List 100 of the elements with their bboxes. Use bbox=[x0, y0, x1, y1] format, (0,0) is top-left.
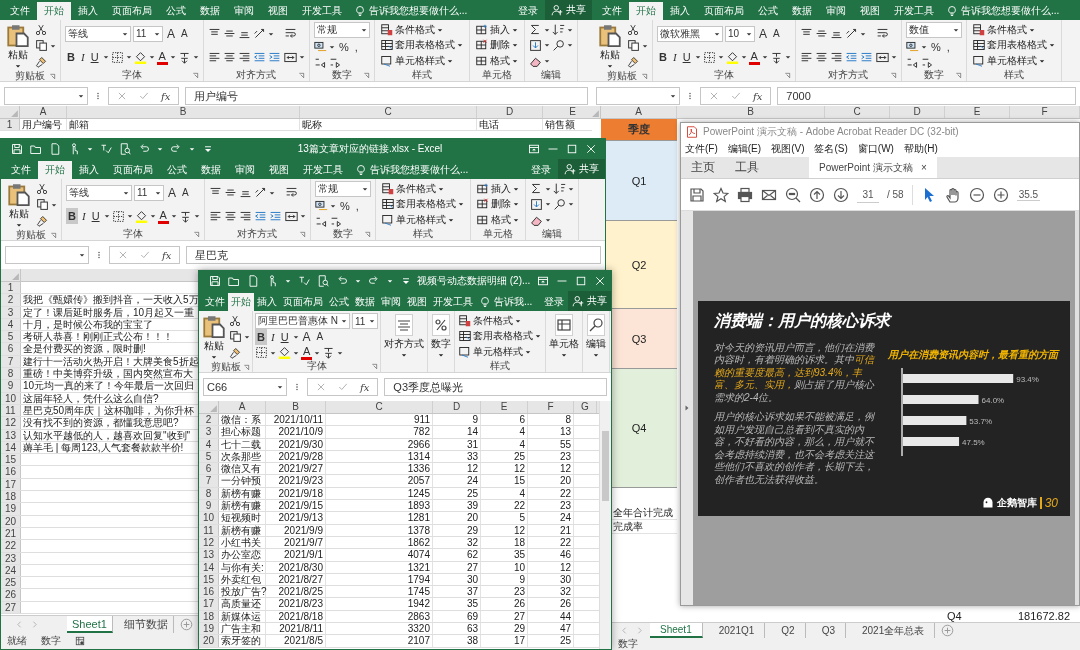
row-number[interactable]: 18 bbox=[1, 491, 21, 503]
column-header[interactable]: B bbox=[266, 401, 326, 413]
menu-item[interactable]: 文件(F) bbox=[685, 142, 718, 156]
ribbon-menu-button[interactable]: 套用表格格式 bbox=[378, 38, 465, 53]
bold-button[interactable]: B bbox=[65, 49, 77, 66]
sign-in-link[interactable]: 登录 bbox=[511, 2, 545, 20]
row-number[interactable]: 4 bbox=[199, 438, 219, 450]
ribbon-tab[interactable]: 文件 bbox=[595, 2, 629, 20]
insert-function-button[interactable]: fx bbox=[753, 90, 763, 102]
column-header[interactable]: C bbox=[825, 106, 890, 118]
row-number[interactable]: 6 bbox=[1, 343, 21, 355]
percent-button[interactable]: % bbox=[928, 39, 943, 55]
ribbon-tab[interactable]: 页面布局 bbox=[106, 161, 160, 179]
italic-button[interactable]: I bbox=[670, 49, 679, 66]
underline-button[interactable]: U bbox=[680, 49, 693, 66]
ribbon-tab[interactable]: 审阅 bbox=[227, 2, 261, 20]
ribbon-tab[interactable]: 数据 bbox=[193, 2, 227, 20]
ribbon-tab[interactable]: 插入 bbox=[72, 161, 106, 179]
row-number[interactable]: 1 bbox=[0, 119, 20, 131]
row-number[interactable]: 3 bbox=[1, 306, 21, 318]
menu-item[interactable]: 签名(S) bbox=[814, 142, 848, 156]
row-number[interactable]: 3 bbox=[199, 426, 219, 438]
grow-font-button[interactable]: A bbox=[300, 329, 313, 345]
grow-font-button[interactable]: A bbox=[166, 184, 178, 201]
ribbon-menu-button[interactable]: 条件格式 bbox=[378, 22, 465, 38]
font-name-field[interactable]: 等线 bbox=[65, 25, 131, 42]
ribbon-tab[interactable]: 开始 bbox=[629, 2, 663, 20]
ribbon-menu-button[interactable]: 套用表格格式 bbox=[970, 38, 1057, 53]
ribbon-menu-button[interactable]: 套用表格格式 bbox=[457, 329, 543, 344]
column-header[interactable]: G bbox=[574, 401, 597, 413]
percent-button[interactable]: % bbox=[336, 39, 351, 55]
ribbon-tab[interactable]: 视图 bbox=[262, 161, 296, 179]
ribbon-tab[interactable]: 开发工具 bbox=[295, 2, 349, 20]
row-number[interactable]: 19 bbox=[1, 503, 21, 515]
italic-button[interactable]: I bbox=[268, 329, 277, 345]
italic-button[interactable]: I bbox=[78, 49, 87, 66]
column-header[interactable]: A bbox=[219, 401, 266, 413]
menu-item[interactable]: 帮助(H) bbox=[903, 142, 938, 156]
column-header[interactable]: A bbox=[601, 106, 677, 118]
ribbon-menu-button[interactable]: 单元格样式 bbox=[378, 53, 465, 69]
number-format-field[interactable]: 数值 bbox=[905, 22, 962, 39]
menu-item[interactable]: 视图(V) bbox=[771, 142, 805, 156]
row-number[interactable]: 22 bbox=[1, 540, 21, 552]
row-number[interactable]: 11 bbox=[199, 524, 219, 536]
column-header[interactable]: E bbox=[481, 401, 528, 413]
row-number[interactable]: 13 bbox=[1, 429, 21, 441]
ribbon-tab[interactable]: 页面布局 bbox=[697, 2, 751, 20]
insert-function-button[interactable]: fx bbox=[161, 90, 171, 102]
shrink-font-button[interactable]: A bbox=[179, 25, 190, 42]
number-format-field[interactable]: 常规 bbox=[313, 22, 370, 39]
row-number[interactable]: 16 bbox=[1, 466, 21, 478]
ribbon-menu-button[interactable]: 格式 bbox=[474, 212, 521, 228]
sheet-tab[interactable]: Sheet1 bbox=[67, 616, 113, 633]
ribbon-tab[interactable]: 公式 bbox=[751, 2, 785, 20]
column-header[interactable]: C bbox=[300, 106, 477, 118]
grow-font-button[interactable]: A bbox=[757, 25, 769, 42]
underline-button[interactable]: U bbox=[89, 208, 102, 225]
column-header[interactable]: B bbox=[677, 106, 825, 118]
row-number[interactable]: 8 bbox=[1, 368, 21, 380]
underline-button[interactable]: U bbox=[88, 49, 101, 66]
ribbon-tab[interactable]: 视图 bbox=[261, 2, 295, 20]
ribbon-group-button[interactable]: 数字 bbox=[430, 313, 452, 360]
insert-function-button[interactable]: fx bbox=[360, 381, 370, 393]
ribbon-menu-button[interactable]: 单元格样式 bbox=[379, 212, 466, 228]
font-name-field[interactable]: 等线 bbox=[66, 184, 132, 201]
paste-button[interactable]: 粘贴 bbox=[596, 22, 624, 70]
formula-field[interactable]: 用户编号 bbox=[185, 87, 588, 105]
font-size-field[interactable]: 11 bbox=[352, 313, 378, 329]
ribbon-menu-button[interactable]: 条件格式 bbox=[379, 181, 466, 197]
underline-button[interactable]: U bbox=[278, 329, 291, 345]
comma-button[interactable]: , bbox=[944, 39, 952, 55]
row-number[interactable]: 16 bbox=[199, 586, 219, 598]
font-color-button[interactable]: A bbox=[301, 345, 313, 360]
ribbon-tab[interactable]: 开始 bbox=[37, 2, 71, 20]
document-tab[interactable]: PowerPoint 演示文稿 × bbox=[809, 157, 937, 178]
page-number-field[interactable]: 31 bbox=[857, 186, 879, 203]
column-header[interactable]: F bbox=[1010, 106, 1080, 118]
menu-item[interactable]: 窗口(W) bbox=[857, 142, 894, 156]
ribbon-tab[interactable]: 文件 bbox=[4, 161, 38, 179]
font-size-field[interactable]: 11 bbox=[133, 25, 163, 42]
nav-tab[interactable]: 主页 bbox=[681, 157, 725, 178]
share-button[interactable]: 共享 bbox=[568, 291, 611, 311]
shrink-font-button[interactable]: A bbox=[180, 184, 191, 201]
row-number[interactable]: 9 bbox=[199, 500, 219, 512]
percent-button[interactable]: % bbox=[337, 198, 352, 214]
formula-field[interactable]: 7000 bbox=[777, 87, 1076, 105]
ribbon-tab[interactable]: 开始 bbox=[228, 293, 254, 311]
number-format-field[interactable]: 常规 bbox=[314, 181, 371, 198]
font-color-button[interactable]: A bbox=[156, 49, 168, 65]
ribbon-tab[interactable]: 审阅 bbox=[819, 2, 853, 20]
row-number[interactable]: 5 bbox=[1, 331, 21, 343]
column-header[interactable]: E bbox=[945, 106, 1010, 118]
name-box[interactable]: C66 bbox=[203, 378, 287, 396]
ribbon-tab[interactable]: 数据 bbox=[785, 2, 819, 20]
insert-function-button[interactable]: fx bbox=[162, 249, 172, 261]
row-number[interactable]: 20 bbox=[1, 515, 21, 527]
row-number[interactable]: 14 bbox=[199, 561, 219, 573]
ribbon-tab[interactable]: 开发工具 bbox=[887, 2, 941, 20]
row-number[interactable]: 1 bbox=[1, 282, 21, 294]
column-header[interactable]: B bbox=[67, 106, 300, 118]
